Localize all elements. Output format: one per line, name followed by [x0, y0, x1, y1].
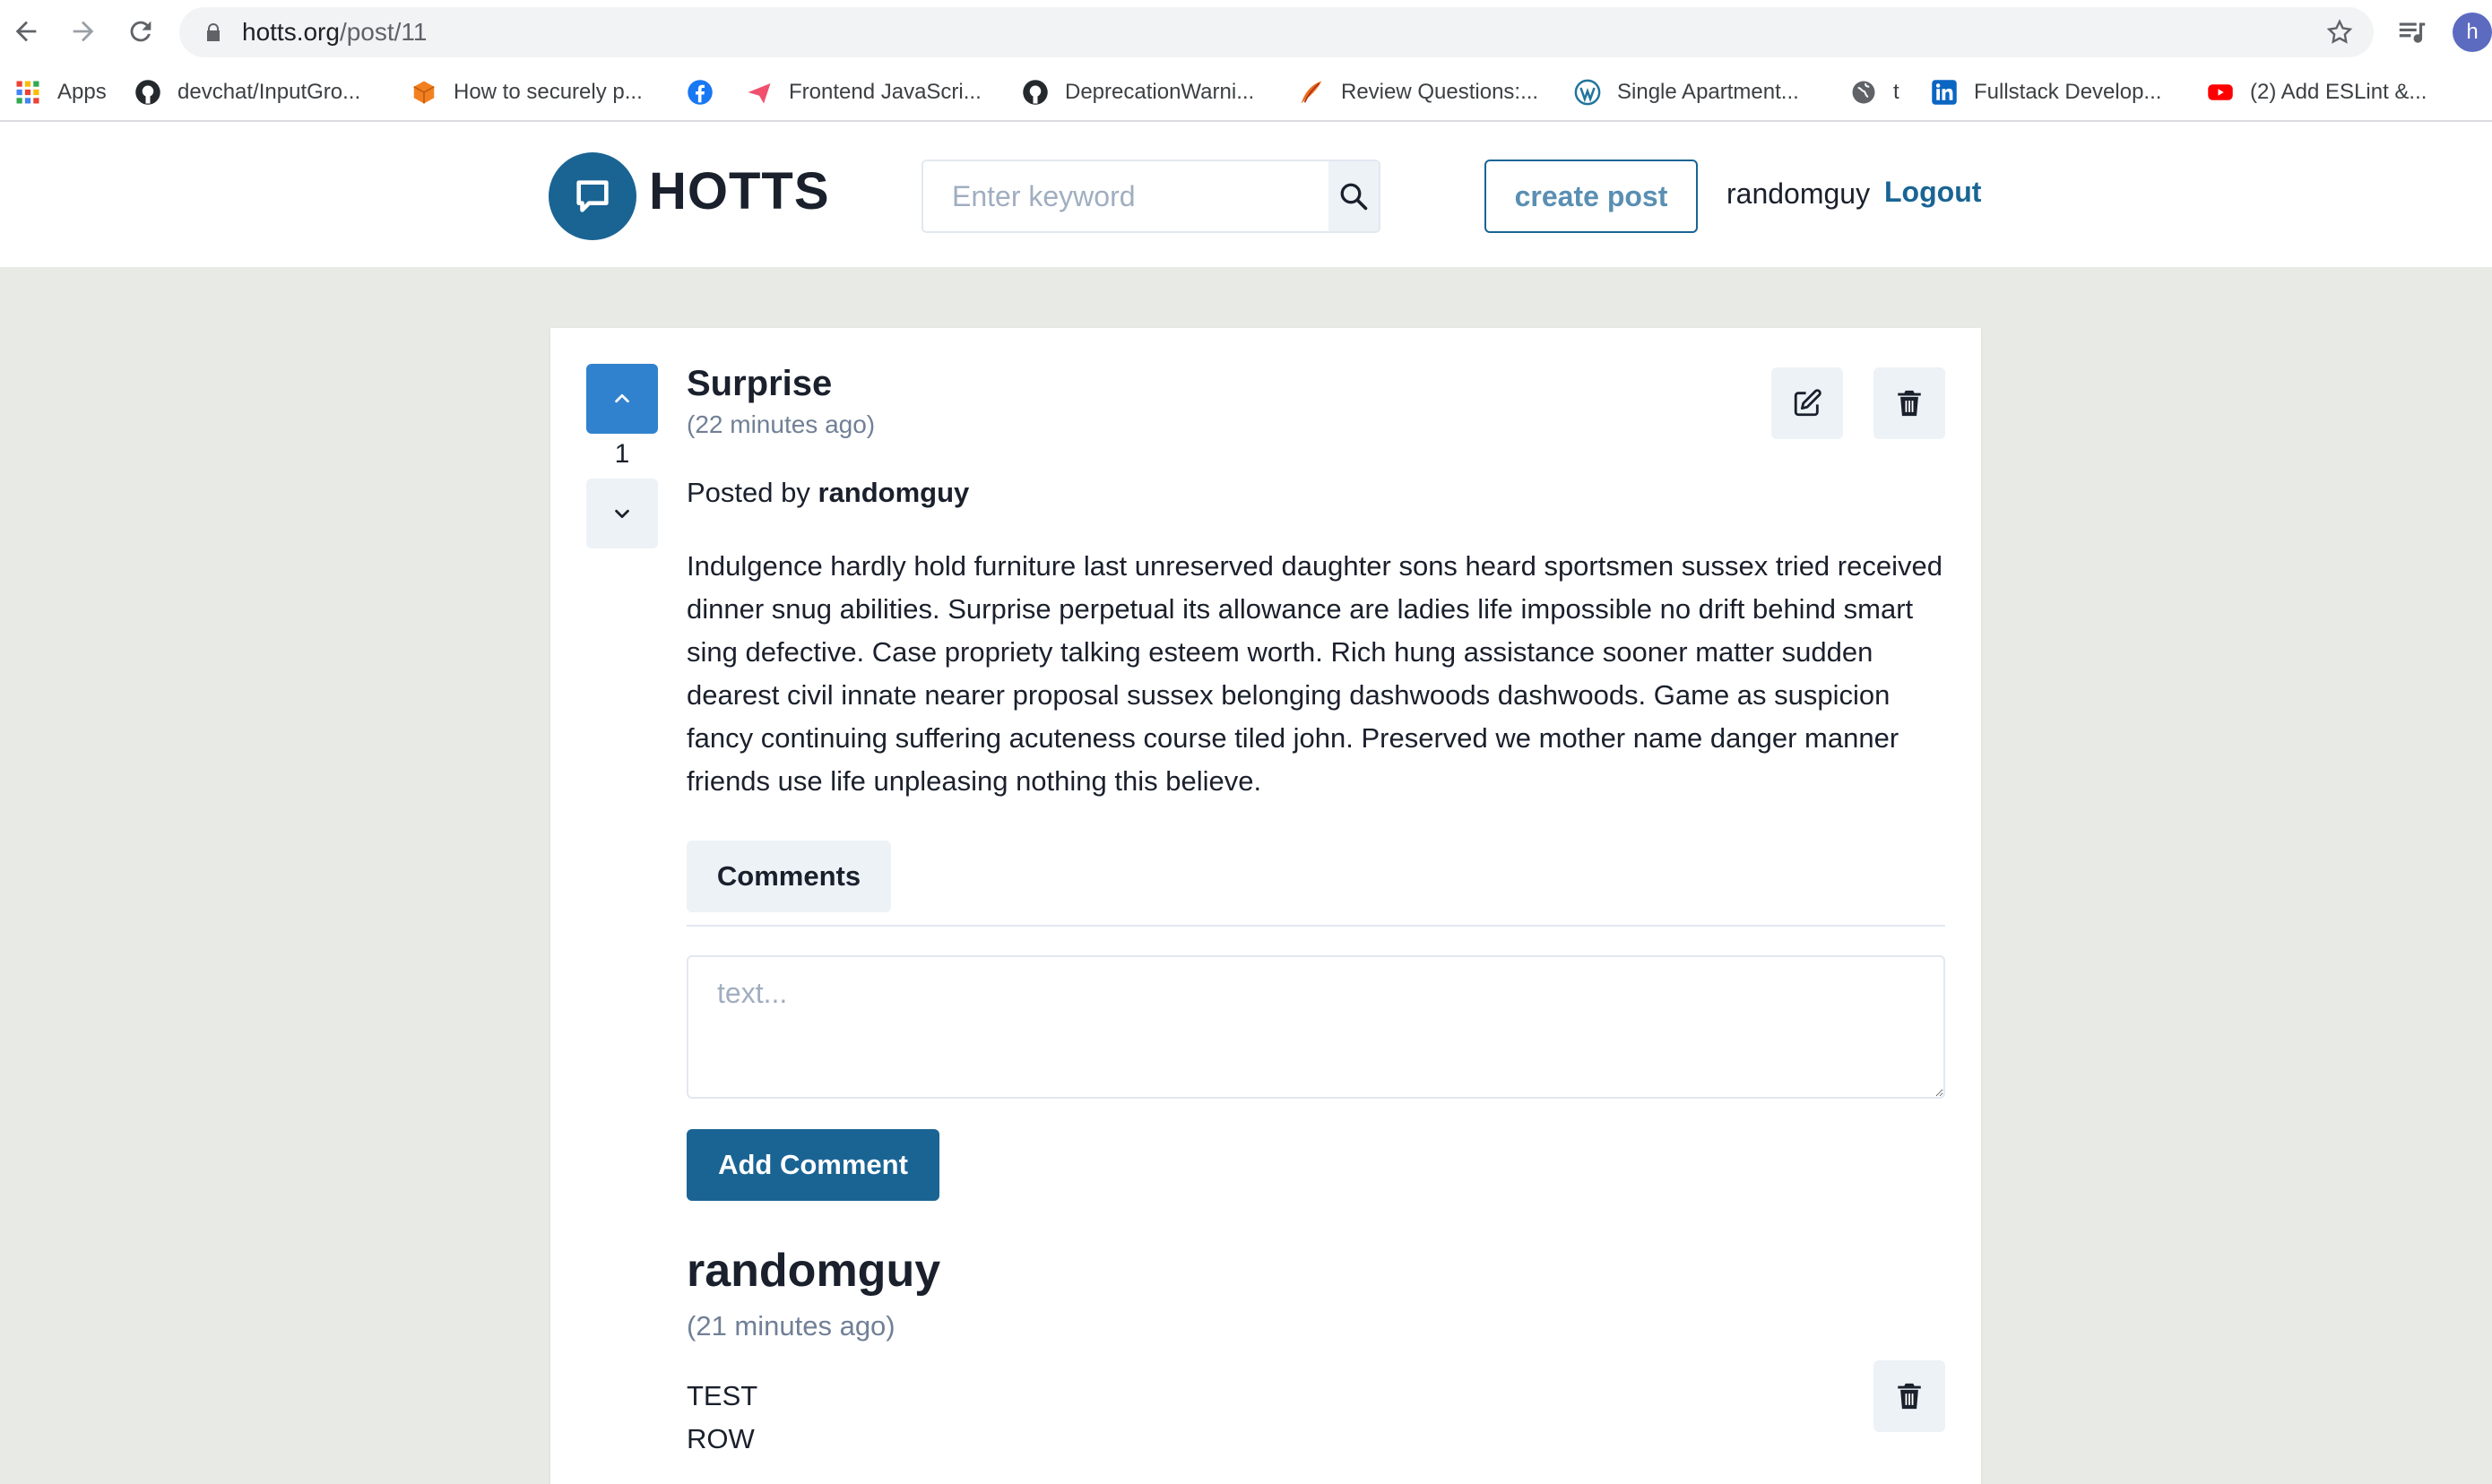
- add-comment-button[interactable]: Add Comment: [687, 1129, 939, 1201]
- apps-grid-icon: [14, 79, 41, 106]
- browser-toolbar: hotts.org/post/11 h: [0, 0, 2492, 63]
- globe-icon: [1850, 79, 1877, 106]
- bookmark-add-eslint[interactable]: (2) Add ESLint &...: [2207, 75, 2427, 109]
- forward-button[interactable]: [63, 11, 104, 52]
- comment-author: randomguy: [687, 1245, 941, 1297]
- edit-icon: [1794, 389, 1821, 417]
- search-button[interactable]: [1328, 161, 1379, 231]
- create-post-button[interactable]: create post: [1484, 160, 1698, 233]
- post-author[interactable]: randomguy: [818, 477, 970, 508]
- search-icon: [1340, 183, 1368, 211]
- bookmark-fullstack-developer[interactable]: Fullstack Develop...: [1931, 75, 2161, 109]
- arrow-left-icon: [15, 21, 37, 42]
- cube-icon: [411, 79, 437, 106]
- comment-textarea[interactable]: [687, 955, 1945, 1099]
- logo-text[interactable]: HOTTS: [649, 161, 830, 221]
- bookmark-label: How to securely p...: [454, 80, 643, 104]
- chevron-up-icon: [615, 393, 629, 403]
- arrow-right-icon: [73, 21, 94, 42]
- posted-by: Posted by randomguy: [687, 477, 969, 509]
- url-host: hotts.org: [242, 18, 340, 46]
- address-bar[interactable]: hotts.org/post/11: [179, 7, 2374, 57]
- bookmark-deprecation-warning[interactable]: DeprecationWarni...: [1022, 75, 1254, 109]
- bookmark-label: Review Questions:...: [1341, 80, 1539, 104]
- lock-icon: [207, 23, 220, 41]
- logo-badge[interactable]: [549, 152, 636, 240]
- url-path: /post/11: [339, 18, 428, 46]
- bookmark-label: t: [1893, 80, 1899, 104]
- bookmark-apps[interactable]: Apps: [14, 75, 107, 109]
- delete-comment-button[interactable]: [1873, 1360, 1945, 1432]
- bookmark-review-questions[interactable]: Review Questions:...: [1298, 75, 1538, 109]
- linkedin-icon: [1931, 79, 1958, 106]
- bookmark-label: Frontend JavaScri...: [789, 80, 982, 104]
- trash-icon: [1898, 390, 1921, 417]
- comment-timestamp: (21 minutes ago): [687, 1310, 896, 1342]
- delete-post-button[interactable]: [1873, 367, 1945, 439]
- bookmark-label: devchat/InputGro...: [177, 80, 361, 104]
- bookmark-label: DeprecationWarni...: [1065, 80, 1255, 104]
- reload-icon: [130, 21, 151, 42]
- bookmarks-bar: Apps devchat/InputGro... How to securely…: [0, 63, 2492, 122]
- post-card: 1 Surprise (22 minutes ago) Posted by ra…: [550, 328, 1981, 1484]
- downvote-button[interactable]: [586, 479, 658, 548]
- bookmark-star-icon[interactable]: [2325, 18, 2354, 47]
- edit-post-button[interactable]: [1771, 367, 1843, 439]
- post-timestamp: (22 minutes ago): [687, 410, 876, 438]
- bookmark-facebook[interactable]: [687, 75, 730, 109]
- site-header: HOTTS create post randomguy Logout: [0, 122, 2492, 267]
- post-body: Indulgence hardly hold furniture last un…: [687, 550, 1943, 797]
- chat-bubble-icon: [576, 180, 609, 212]
- logout-link[interactable]: Logout: [1884, 176, 1981, 209]
- reload-button[interactable]: [120, 11, 161, 52]
- youtube-icon: [2207, 79, 2234, 106]
- vote-count: 1: [614, 439, 630, 469]
- github-icon: [134, 79, 161, 106]
- bookmark-label: Fullstack Develop...: [1974, 80, 2162, 104]
- bookmark-devchat[interactable]: devchat/InputGro...: [134, 75, 360, 109]
- profile-avatar[interactable]: h: [2453, 13, 2492, 52]
- back-button[interactable]: [5, 11, 47, 52]
- bookmark-single-apartment[interactable]: Single Apartment...: [1574, 75, 1799, 109]
- posted-by-label: Posted by: [687, 477, 810, 508]
- bookmark-label: (2) Add ESLint &...: [2250, 80, 2427, 104]
- trash-icon: [1898, 1383, 1921, 1410]
- bookmark-label: Single Apartment...: [1617, 80, 1799, 104]
- upvote-button[interactable]: [586, 364, 658, 434]
- tab-comments[interactable]: Comments: [687, 841, 891, 912]
- wordpress-icon: [1574, 79, 1601, 106]
- bookmark-frontend-javascript[interactable]: Frontend JavaScri...: [746, 75, 982, 109]
- chevron-down-icon: [615, 509, 629, 519]
- quill-icon: [1298, 79, 1325, 106]
- current-username: randomguy: [1726, 177, 1871, 210]
- github-icon: [1022, 79, 1049, 106]
- bookmark-label: Apps: [57, 80, 107, 104]
- bookmark-t[interactable]: t: [1850, 75, 1899, 109]
- search-input[interactable]: [923, 161, 1328, 231]
- bookmark-how-to-securely[interactable]: How to securely p...: [411, 75, 643, 109]
- facebook-icon: [687, 79, 714, 106]
- media-control-icon[interactable]: [2395, 14, 2429, 48]
- comment-text-line: TEST: [687, 1380, 758, 1411]
- paper-plane-icon: [746, 79, 773, 106]
- comment-text-line: ROW: [687, 1423, 755, 1454]
- search-bar: [922, 160, 1380, 233]
- tab-divider: [687, 925, 1945, 927]
- post-title: Surprise: [687, 364, 833, 403]
- url-text: hotts.org/post/11: [242, 18, 428, 47]
